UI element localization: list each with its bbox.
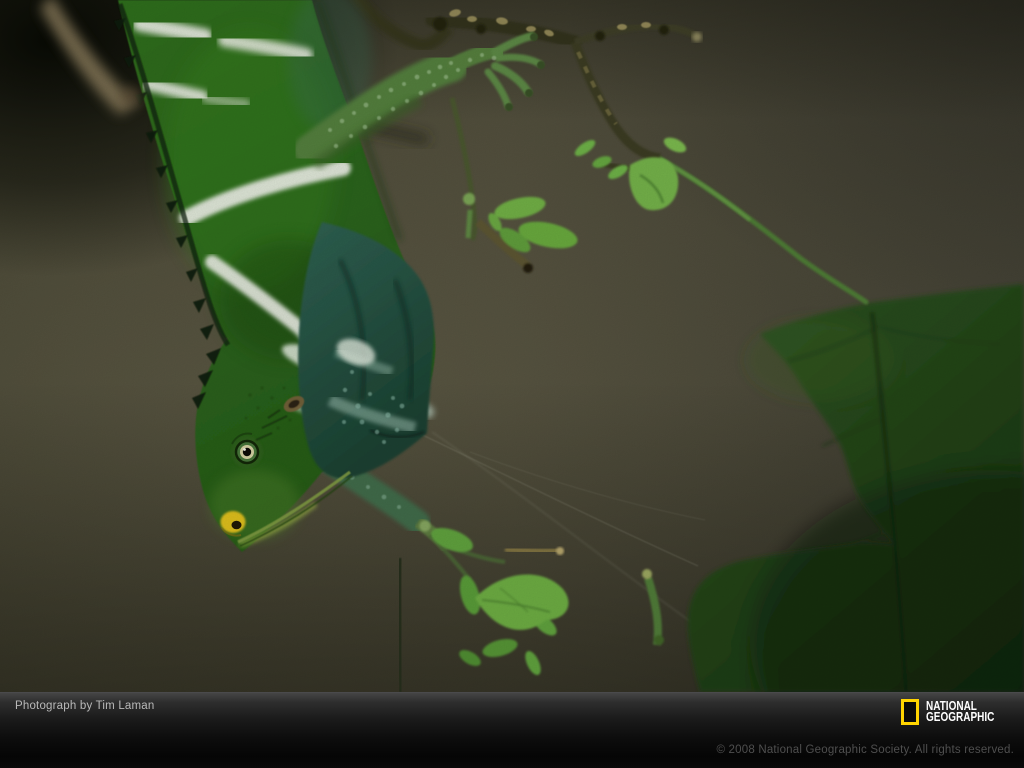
copyright-text: © 2008 National Geographic Society. All … bbox=[716, 744, 1014, 756]
film-grain-overlay bbox=[0, 0, 1024, 692]
photo-credit: Photograph by Tim Laman bbox=[15, 700, 155, 712]
photo-illustration bbox=[0, 0, 1024, 692]
ng-yellow-frame-icon bbox=[900, 699, 919, 725]
ng-logo-line2: GEOGRAPHIC bbox=[925, 710, 994, 724]
national-geographic-logo: NATIONAL GEOGRAPHIC bbox=[900, 699, 1011, 725]
ng-logo-wordmark: NATIONAL GEOGRAPHIC bbox=[926, 699, 1011, 725]
footer-bar: Photograph by Tim Laman NATIONAL GEOGRAP… bbox=[0, 692, 1024, 768]
photo-crested-iguana bbox=[0, 0, 1024, 692]
wallpaper: Photograph by Tim Laman NATIONAL GEOGRAP… bbox=[0, 0, 1024, 768]
